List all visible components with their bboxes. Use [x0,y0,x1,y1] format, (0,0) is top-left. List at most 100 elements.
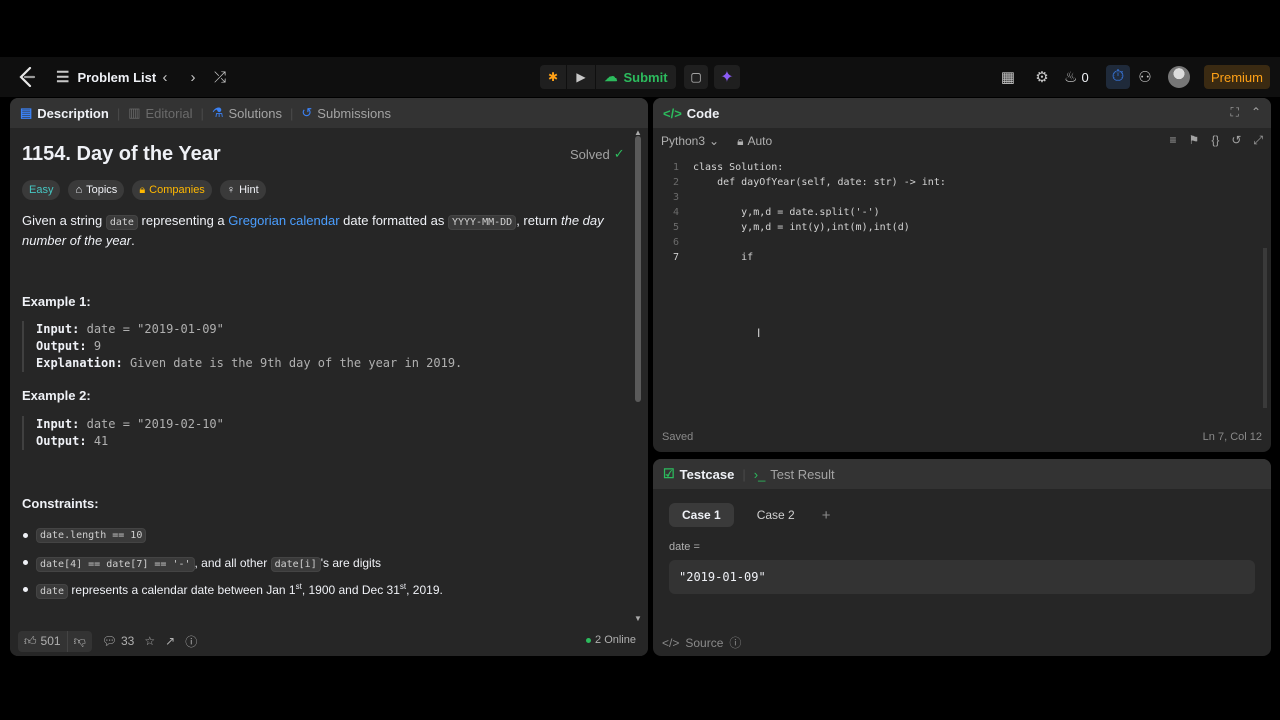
tag-icon: ⌂ [75,184,83,196]
example-explanation: Given date is the 9th day of the year in… [129,356,463,370]
companies-tag[interactable]: 🔒︎ Companies [132,180,212,200]
constraints-heading: Constraints: [22,496,99,511]
sparkle-icon: ✦ [720,69,734,86]
share-icon[interactable]: ↗ [165,634,175,648]
debug-button[interactable]: ✱ [540,65,566,89]
avatar[interactable] [1168,66,1190,88]
inline-code: date[i] [270,556,321,572]
source-link[interactable]: </> Source ⓘ [662,634,741,651]
online-indicator: 2 Online [586,634,636,646]
code-tabbar: </> Code [653,98,1271,128]
editor-scrollbar[interactable] [1263,248,1267,408]
premium-button[interactable]: Premium [1204,65,1270,89]
desc-text: , return [516,213,561,228]
example-input: date = "2019-02-10" [86,417,224,431]
chevron-down-icon: ⌄ [709,134,720,148]
run-button[interactable]: ▶ [567,65,595,89]
help-icon[interactable]: ⓘ [185,633,197,650]
code-text: y,m,d = date.split('-') [693,207,880,218]
line-number: 5 [672,222,679,233]
language-select[interactable]: Python3 ⌄ [661,134,719,148]
code-editor[interactable]: 1 class Solution: 2 def dayOfYear(self, d… [653,160,1271,265]
thumbs-down-icon: 👎︎ [73,633,86,648]
case-1-tab[interactable]: Case 1 [669,503,734,527]
check-circle-icon: ✓ [613,146,625,161]
expand-icon[interactable]: ⤢ [1253,133,1263,148]
list-item: date represents a calendar date between … [22,576,622,603]
random-problem-button[interactable]: ⤮ [210,67,230,87]
constraint-text: , and all other [194,555,271,570]
top-navbar: ☰ Problem List ‹ › ⤮ ✱ ▶ ☁ Submit ▢ ✦ ▦ … [0,57,1280,97]
layout-button[interactable]: ▦ [998,67,1018,87]
tab-solutions[interactable]: ⚗ Solutions [212,105,282,121]
desc-text: representing a [137,213,229,228]
test-result-tab-label: Test Result [770,466,835,482]
gregorian-calendar-link[interactable]: Gregorian calendar [228,213,339,228]
example-1-block: Input: date = "2019-01-09" Output: 9 Exp… [22,321,462,372]
prev-problem-button[interactable]: ‹ [156,67,174,87]
tab-test-result[interactable]: ›_ Test Result [754,467,835,482]
streak-counter[interactable]: ♨ 0 [1064,67,1089,87]
tab-description[interactable]: ▤ Description [20,105,109,121]
leetcode-logo-icon[interactable] [16,67,38,87]
dislike-button[interactable]: 👎︎ [66,630,92,652]
code-text: if [693,252,754,263]
code-line: 7 if [653,250,1271,265]
hint-tag[interactable]: ♀ Hint [219,180,266,200]
timer-button[interactable]: ⏱ [1106,65,1130,89]
bookmark-icon[interactable]: ⚑ [1189,133,1200,148]
desc-text: Given a string [22,213,106,228]
code-tab-label: Code [686,105,720,121]
comments-button[interactable]: 💬︎ 33 [102,634,135,648]
next-problem-button[interactable]: › [184,67,202,87]
tab-solutions-label: Solutions [228,105,282,121]
gear-icon: ⚙ [1035,68,1049,86]
autocomplete-mode[interactable]: 🔒︎ Auto [737,134,772,149]
grid-icon: ▦ [1000,68,1016,86]
scrollbar-thumb[interactable] [635,136,641,402]
star-icon[interactable]: ☆ [144,634,155,648]
reset-icon[interactable]: ↺ [1231,133,1241,148]
flame-icon: ♨ [1064,68,1078,86]
ai-assist-button[interactable]: ✦ [714,65,740,89]
scroll-down-arrow[interactable]: ▼ [634,614,642,623]
bug-icon: ✱ [547,70,559,84]
code-icon: </> [663,105,682,121]
problem-tags: Easy ⌂ Topics 🔒︎ Companies ♀ Hint [22,180,266,200]
topics-tag[interactable]: ⌂ Topics [68,180,125,200]
constraints-list: date.length == 10 date[4] == date[7] == … [22,522,622,603]
line-number: 3 [672,192,679,203]
case-2-tab[interactable]: Case 2 [744,503,808,527]
cloud-upload-icon: ☁ [604,69,618,84]
tab-testcase[interactable]: ☑ Testcase [663,466,734,482]
format-icon[interactable]: ≡ [1170,133,1177,148]
code-line: 2 def dayOfYear(self, date: str) -> int: [653,175,1271,190]
like-button[interactable]: 👍︎ 501 [18,630,67,652]
chevron-right-icon: › [190,68,196,86]
add-collaborator-button[interactable]: ⚇ [1134,67,1156,87]
tab-submissions[interactable]: ↺ Submissions [301,105,391,121]
testcase-input[interactable]: "2019-01-09" [669,560,1255,594]
input-label: Input: [36,322,80,336]
plus-icon[interactable]: + [822,507,831,524]
description-footer: 👍︎ 501 👎︎ 💬︎ 33 ☆ ↗ ⓘ 2 Online [10,626,648,656]
stopwatch-icon: ⏱ [1111,68,1125,85]
collapse-icon[interactable]: ⌃ [1251,105,1261,120]
mode-label: Auto [747,133,773,148]
desc-text: date formatted as [339,213,448,228]
example-2-block: Input: date = "2019-02-10" Output: 41 [22,416,224,450]
problem-list-button[interactable]: ☰ Problem List [56,67,156,87]
cursor-position: Ln 7, Col 12 [1202,431,1262,443]
braces-icon[interactable]: {} [1211,133,1219,148]
code-panel: </> Code ⛶ ⌃ Python3 ⌄ 🔒︎ Auto ≡ ⚑ {} ↺ … [653,98,1271,452]
code-line: 3 [653,190,1271,205]
settings-button[interactable]: ⚙ [1032,67,1052,87]
notes-button[interactable]: ▢ [684,65,708,89]
submit-button[interactable]: ☁ Submit [596,65,676,89]
code-text: y,m,d = int(y),int(m),int(d) [693,222,910,233]
terminal-icon: ›_ [753,466,766,482]
tab-code[interactable]: </> Code [663,106,719,121]
maximize-icon[interactable]: ⛶ [1231,105,1239,120]
desc-text: . [131,233,135,248]
tab-editorial[interactable]: ▥ Editorial [128,105,192,121]
